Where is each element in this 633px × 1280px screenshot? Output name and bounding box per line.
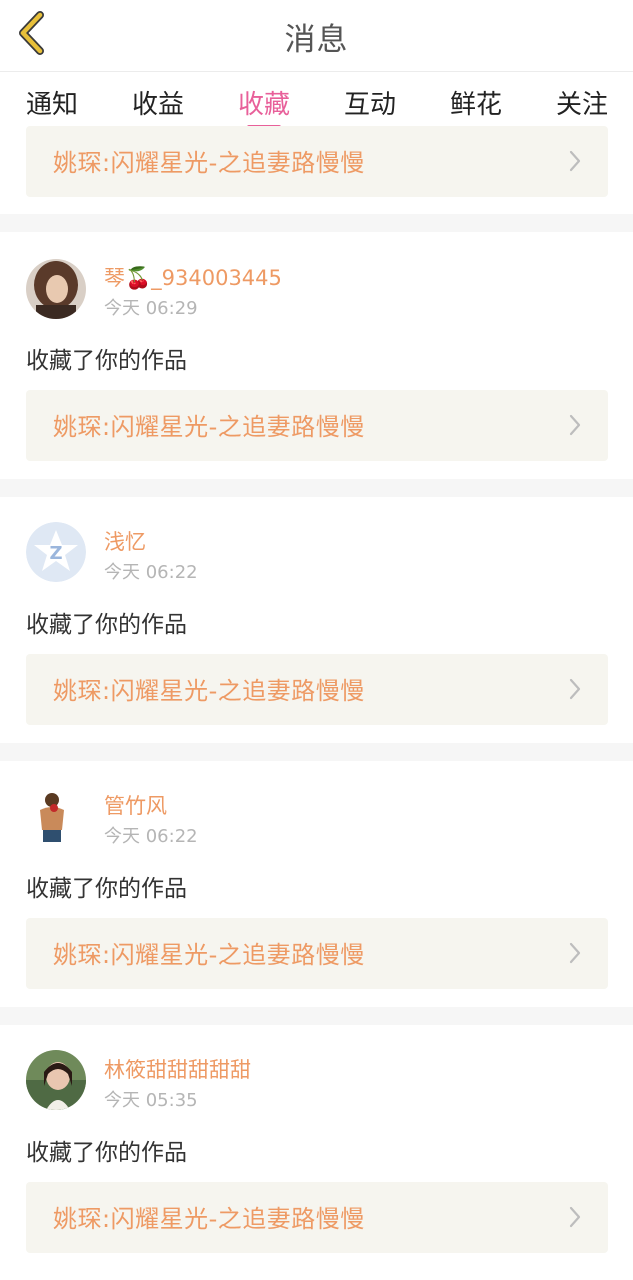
avatar[interactable]: [26, 1050, 86, 1110]
work-title: 姚琛:闪耀星光-之追妻路慢慢: [53, 413, 365, 441]
chevron-right-icon: [568, 149, 582, 177]
action-text: 收藏了你的作品: [26, 612, 187, 638]
chevron-right-icon: [568, 413, 582, 441]
work-link[interactable]: 姚琛:闪耀星光-之追妻路慢慢: [26, 654, 608, 725]
page-title: 消息: [284, 22, 349, 58]
divider: [0, 743, 633, 761]
work-title: 姚琛:闪耀星光-之追妻路慢慢: [53, 149, 365, 177]
work-link[interactable]: 姚琛:闪耀星光-之追妻路慢慢: [26, 126, 608, 197]
divider: [0, 214, 633, 232]
tab-following[interactable]: 关注: [542, 84, 622, 121]
username[interactable]: 琴🍒_934003445: [104, 262, 282, 292]
divider: [0, 479, 633, 497]
avatar[interactable]: [26, 259, 86, 319]
username[interactable]: 管竹风: [104, 790, 167, 820]
work-title: 姚琛:闪耀星光-之追妻路慢慢: [53, 941, 365, 969]
avatar[interactable]: Z: [26, 522, 86, 582]
username[interactable]: 浅忆: [104, 526, 146, 556]
work-link[interactable]: 姚琛:闪耀星光-之追妻路慢慢: [26, 1182, 608, 1253]
chevron-right-icon: [568, 1205, 582, 1233]
username[interactable]: 林筱甜甜甜甜甜: [104, 1054, 251, 1084]
tab-notifications[interactable]: 通知: [12, 84, 92, 121]
action-text: 收藏了你的作品: [26, 1140, 187, 1166]
tab-favorites[interactable]: 收藏: [224, 84, 304, 121]
timestamp: 今天 06:29: [104, 298, 198, 319]
work-link[interactable]: 姚琛:闪耀星光-之追妻路慢慢: [26, 918, 608, 989]
action-text: 收藏了你的作品: [26, 876, 187, 902]
work-title: 姚琛:闪耀星光-之追妻路慢慢: [53, 677, 365, 705]
action-text: 收藏了你的作品: [26, 348, 187, 374]
svg-text:Z: Z: [49, 543, 62, 564]
work-title: 姚琛:闪耀星光-之追妻路慢慢: [53, 1205, 365, 1233]
tab-earnings[interactable]: 收益: [118, 84, 198, 121]
avatar[interactable]: [26, 786, 86, 846]
chevron-right-icon: [568, 941, 582, 969]
timestamp: 今天 05:35: [104, 1090, 198, 1111]
timestamp: 今天 06:22: [104, 826, 198, 847]
work-link[interactable]: 姚琛:闪耀星光-之追妻路慢慢: [26, 390, 608, 461]
timestamp: 今天 06:22: [104, 562, 198, 583]
tab-interactions[interactable]: 互动: [330, 84, 410, 121]
chevron-right-icon: [568, 677, 582, 705]
tab-flowers[interactable]: 鲜花: [436, 84, 516, 121]
divider: [0, 1007, 633, 1025]
app-header: 消息: [0, 0, 633, 72]
